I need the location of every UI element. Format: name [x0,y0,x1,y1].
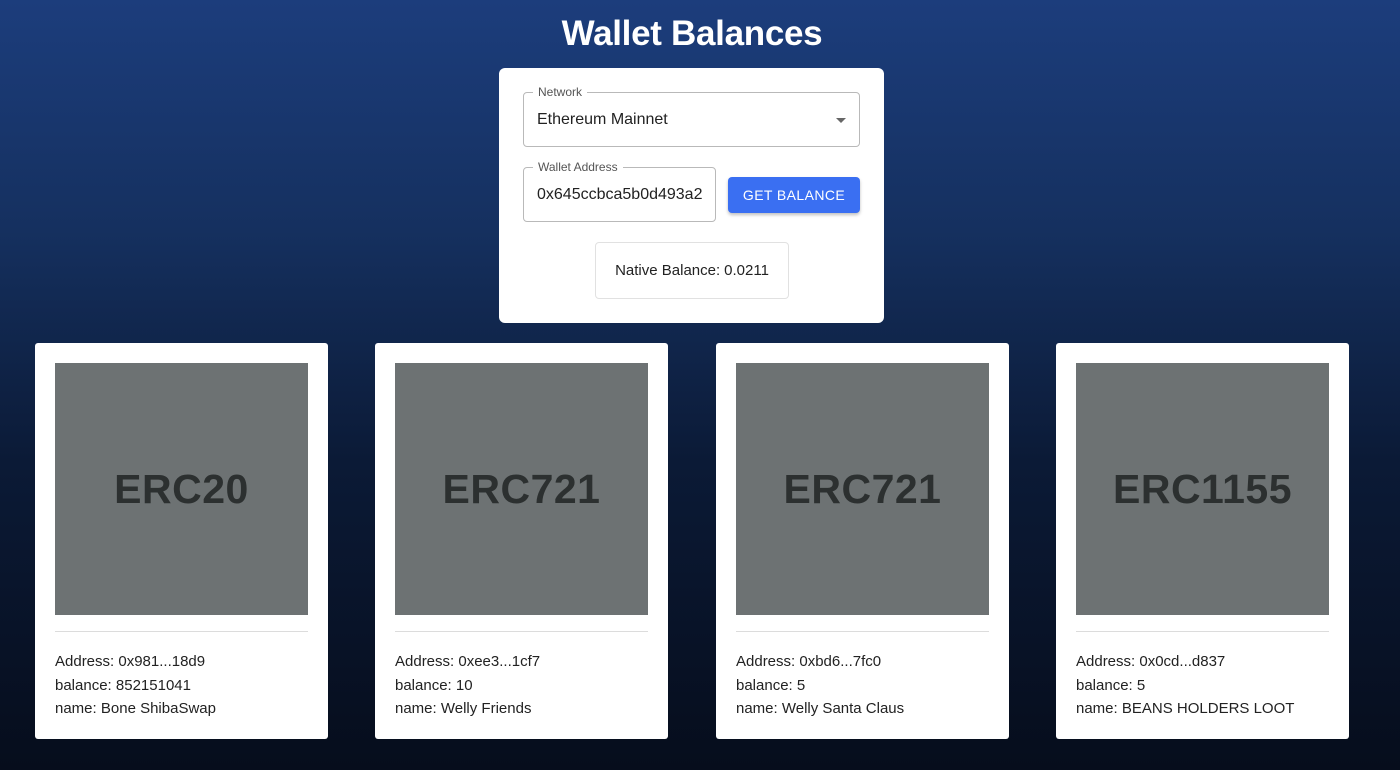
card-divider [1076,631,1329,632]
token-card: ERC1155 Address: 0x0cd...d837 balance: 5… [1056,343,1349,739]
token-type: ERC721 [442,465,601,512]
chevron-down-icon[interactable] [836,118,846,123]
wallet-address-input[interactable] [524,168,715,221]
token-balance-row: balance: 5 [1076,674,1294,698]
token-name: BEANS HOLDERS LOOT [1121,700,1295,717]
token-address-row: Address: 0xbd6...7fc0 [736,650,904,674]
card-divider [736,631,989,632]
token-balance: 10 [455,676,473,694]
token-address-row: Address: 0x981...18d9 [55,650,216,674]
native-balance-box: Native Balance: 0.0211 [595,242,789,299]
token-thumbnail: ERC721 [736,363,989,615]
token-address: 0xbd6...7fc0 [799,653,882,670]
token-info: Address: 0x981...18d9 balance: 852151041… [55,650,216,721]
token-balance-row: balance: 5 [736,674,904,698]
card-divider [395,631,648,632]
token-card: ERC721 Address: 0xee3...1cf7 balance: 10… [375,343,668,739]
token-type: ERC20 [114,465,249,512]
name-label: name: [1076,700,1118,717]
balance-label: balance: [55,676,112,694]
token-card: ERC20 Address: 0x981...18d9 balance: 852… [35,343,328,739]
token-balance: 852151041 [115,676,191,694]
token-balance: 5 [1136,676,1146,694]
token-address-row: Address: 0xee3...1cf7 [395,650,540,674]
token-info: Address: 0x0cd...d837 balance: 5 name: B… [1076,650,1294,721]
name-label: name: [736,700,778,717]
token-thumbnail: ERC721 [395,363,648,615]
token-name: Welly Friends [440,700,532,717]
address-label: Address: [1076,653,1136,670]
native-balance-value: 0.0211 [724,262,769,279]
network-label: Network [533,85,588,99]
wallet-address-field[interactable]: Wallet Address [523,160,716,222]
token-name-row: name: Bone ShibaSwap [55,697,216,721]
name-label: name: [55,700,97,717]
token-balance: 5 [796,676,806,694]
token-address-row: Address: 0x0cd...d837 [1076,650,1294,674]
token-thumbnail: ERC1155 [1076,363,1329,615]
token-balance-row: balance: 10 [395,674,540,698]
address-label: Address: [395,653,455,670]
balance-label: balance: [1076,676,1133,694]
address-label: Address: [736,653,796,670]
token-type: ERC1155 [1112,465,1292,512]
balance-label: balance: [395,676,452,694]
balance-form-card: Network Ethereum Mainnet Wallet Address … [499,68,884,323]
token-name-row: name: Welly Friends [395,697,540,721]
token-name: Bone ShibaSwap [100,700,216,717]
token-name-row: name: Welly Santa Claus [736,697,904,721]
token-name: Welly Santa Claus [781,700,905,717]
token-info: Address: 0xbd6...7fc0 balance: 5 name: W… [736,650,904,721]
name-label: name: [395,700,437,717]
token-type: ERC721 [783,465,942,512]
token-name-row: name: BEANS HOLDERS LOOT [1076,697,1294,721]
token-info: Address: 0xee3...1cf7 balance: 10 name: … [395,650,540,721]
page-title: Wallet Balances [561,14,823,53]
balance-label: balance: [736,676,793,694]
token-balance-row: balance: 852151041 [55,674,216,698]
token-thumbnail: ERC20 [55,363,308,615]
token-card: ERC721 Address: 0xbd6...7fc0 balance: 5 … [716,343,1009,739]
token-address: 0xee3...1cf7 [458,653,541,670]
network-select[interactable]: Network Ethereum Mainnet [523,85,860,147]
native-balance-label: Native Balance: [615,262,721,279]
token-address: 0x981...18d9 [118,653,206,670]
network-value: Ethereum Mainnet [537,111,668,128]
address-label: Address: [55,653,115,670]
token-address: 0x0cd...d837 [1139,653,1226,670]
card-divider [55,631,308,632]
get-balance-button[interactable]: GET BALANCE [728,177,860,213]
